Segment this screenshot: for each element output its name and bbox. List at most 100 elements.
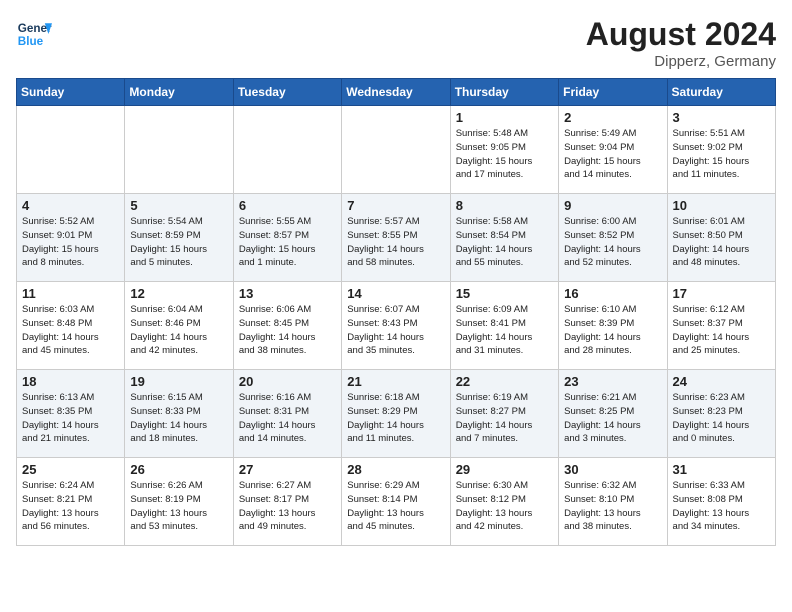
calendar-cell (233, 106, 341, 194)
calendar-cell: 24 Sunrise: 6:23 AM Sunset: 8:23 PM Dayli… (667, 370, 775, 458)
day-header: Sunday (17, 79, 125, 106)
calendar-cell: 9 Sunrise: 6:00 AM Sunset: 8:52 PM Daylig… (559, 194, 667, 282)
day-info: Sunrise: 6:00 AM Sunset: 8:52 PM Dayligh… (564, 215, 661, 270)
day-info: Sunrise: 6:15 AM Sunset: 8:33 PM Dayligh… (130, 391, 227, 446)
calendar-cell: 5Sunrise: 5:54 AM Sunset: 8:59 PM Daylig… (125, 194, 233, 282)
calendar-cell: 23 Sunrise: 6:21 AM Sunset: 8:25 PM Dayli… (559, 370, 667, 458)
calendar-cell: 17 Sunrise: 6:12 AM Sunset: 8:37 PM Dayli… (667, 282, 775, 370)
day-number: 29 (456, 462, 553, 477)
day-header: Monday (125, 79, 233, 106)
day-header: Tuesday (233, 79, 341, 106)
day-number: 31 (673, 462, 770, 477)
day-number: 26 (130, 462, 227, 477)
calendar-cell: 28Sunrise: 6:29 AM Sunset: 8:14 PM Dayli… (342, 458, 450, 546)
calendar-cell: 4 Sunrise: 5:52 AM Sunset: 9:01 PM Daylig… (17, 194, 125, 282)
calendar-cell: 31 Sunrise: 6:33 AM Sunset: 8:08 PM Dayli… (667, 458, 775, 546)
day-info: Sunrise: 6:19 AM Sunset: 8:27 PM Dayligh… (456, 391, 553, 446)
title-block: August 2024 Dipperz, Germany (586, 16, 776, 70)
day-info: Sunrise: 6:09 AM Sunset: 8:41 PM Dayligh… (456, 303, 553, 358)
calendar-cell (17, 106, 125, 194)
calendar-cell: 21Sunrise: 6:18 AM Sunset: 8:29 PM Dayli… (342, 370, 450, 458)
day-info: Sunrise: 6:23 AM Sunset: 8:23 PM Dayligh… (673, 391, 770, 446)
calendar-cell: 26Sunrise: 6:26 AM Sunset: 8:19 PM Dayli… (125, 458, 233, 546)
day-number: 27 (239, 462, 336, 477)
day-number: 4 (22, 198, 119, 213)
day-number: 13 (239, 286, 336, 301)
month-year: August 2024 (586, 16, 776, 53)
day-info: Sunrise: 6:24 AM Sunset: 8:21 PM Dayligh… (22, 479, 119, 534)
day-header: Friday (559, 79, 667, 106)
calendar-cell: 3 Sunrise: 5:51 AM Sunset: 9:02 PM Daylig… (667, 106, 775, 194)
day-info: Sunrise: 6:03 AM Sunset: 8:48 PM Dayligh… (22, 303, 119, 358)
day-header: Saturday (667, 79, 775, 106)
day-info: Sunrise: 5:55 AM Sunset: 8:57 PM Dayligh… (239, 215, 336, 270)
calendar-cell: 18 Sunrise: 6:13 AM Sunset: 8:35 PM Dayli… (17, 370, 125, 458)
calendar-week-row: 11Sunrise: 6:03 AM Sunset: 8:48 PM Dayli… (17, 282, 776, 370)
day-number: 12 (130, 286, 227, 301)
day-info: Sunrise: 5:54 AM Sunset: 8:59 PM Dayligh… (130, 215, 227, 270)
day-number: 18 (22, 374, 119, 389)
location: Dipperz, Germany (586, 53, 776, 70)
calendar-cell: 6 Sunrise: 5:55 AM Sunset: 8:57 PM Daylig… (233, 194, 341, 282)
calendar-cell (342, 106, 450, 194)
calendar-week-row: 18 Sunrise: 6:13 AM Sunset: 8:35 PM Dayli… (17, 370, 776, 458)
day-number: 6 (239, 198, 336, 213)
day-number: 16 (564, 286, 661, 301)
day-info: Sunrise: 6:21 AM Sunset: 8:25 PM Dayligh… (564, 391, 661, 446)
calendar-cell: 15 Sunrise: 6:09 AM Sunset: 8:41 PM Dayli… (450, 282, 558, 370)
calendar-table: SundayMondayTuesdayWednesdayThursdayFrid… (16, 78, 776, 546)
day-info: Sunrise: 6:29 AM Sunset: 8:14 PM Dayligh… (347, 479, 444, 534)
calendar-cell (125, 106, 233, 194)
day-number: 25 (22, 462, 119, 477)
day-info: Sunrise: 6:12 AM Sunset: 8:37 PM Dayligh… (673, 303, 770, 358)
page-header: General Blue August 2024 Dipperz, German… (16, 16, 776, 70)
day-info: Sunrise: 6:16 AM Sunset: 8:31 PM Dayligh… (239, 391, 336, 446)
calendar-cell: 22 Sunrise: 6:19 AM Sunset: 8:27 PM Dayli… (450, 370, 558, 458)
day-info: Sunrise: 6:27 AM Sunset: 8:17 PM Dayligh… (239, 479, 336, 534)
day-number: 30 (564, 462, 661, 477)
calendar-cell: 25 Sunrise: 6:24 AM Sunset: 8:21 PM Dayli… (17, 458, 125, 546)
day-number: 23 (564, 374, 661, 389)
calendar-cell: 27 Sunrise: 6:27 AM Sunset: 8:17 PM Dayli… (233, 458, 341, 546)
calendar-cell: 14 Sunrise: 6:07 AM Sunset: 8:43 PM Dayli… (342, 282, 450, 370)
calendar-cell: 30Sunrise: 6:32 AM Sunset: 8:10 PM Dayli… (559, 458, 667, 546)
calendar-cell: 11Sunrise: 6:03 AM Sunset: 8:48 PM Dayli… (17, 282, 125, 370)
day-info: Sunrise: 5:52 AM Sunset: 9:01 PM Dayligh… (22, 215, 119, 270)
day-number: 19 (130, 374, 227, 389)
day-info: Sunrise: 6:33 AM Sunset: 8:08 PM Dayligh… (673, 479, 770, 534)
day-number: 2 (564, 110, 661, 125)
calendar-cell: 20 Sunrise: 6:16 AM Sunset: 8:31 PM Dayli… (233, 370, 341, 458)
day-info: Sunrise: 6:10 AM Sunset: 8:39 PM Dayligh… (564, 303, 661, 358)
calendar-cell: 16 Sunrise: 6:10 AM Sunset: 8:39 PM Dayli… (559, 282, 667, 370)
day-number: 20 (239, 374, 336, 389)
day-number: 9 (564, 198, 661, 213)
day-info: Sunrise: 5:49 AM Sunset: 9:04 PM Dayligh… (564, 127, 661, 182)
day-header: Wednesday (342, 79, 450, 106)
calendar-cell: 10Sunrise: 6:01 AM Sunset: 8:50 PM Dayli… (667, 194, 775, 282)
calendar-cell: 13 Sunrise: 6:06 AM Sunset: 8:45 PM Dayli… (233, 282, 341, 370)
day-number: 3 (673, 110, 770, 125)
day-info: Sunrise: 6:13 AM Sunset: 8:35 PM Dayligh… (22, 391, 119, 446)
calendar-cell: 2 Sunrise: 5:49 AM Sunset: 9:04 PM Daylig… (559, 106, 667, 194)
day-info: Sunrise: 6:18 AM Sunset: 8:29 PM Dayligh… (347, 391, 444, 446)
day-info: Sunrise: 5:58 AM Sunset: 8:54 PM Dayligh… (456, 215, 553, 270)
day-number: 15 (456, 286, 553, 301)
day-info: Sunrise: 5:51 AM Sunset: 9:02 PM Dayligh… (673, 127, 770, 182)
calendar-week-row: 25 Sunrise: 6:24 AM Sunset: 8:21 PM Dayli… (17, 458, 776, 546)
day-header: Thursday (450, 79, 558, 106)
svg-text:Blue: Blue (18, 35, 44, 48)
day-number: 10 (673, 198, 770, 213)
day-info: Sunrise: 6:07 AM Sunset: 8:43 PM Dayligh… (347, 303, 444, 358)
day-info: Sunrise: 6:06 AM Sunset: 8:45 PM Dayligh… (239, 303, 336, 358)
day-info: Sunrise: 6:30 AM Sunset: 8:12 PM Dayligh… (456, 479, 553, 534)
day-number: 24 (673, 374, 770, 389)
day-info: Sunrise: 5:48 AM Sunset: 9:05 PM Dayligh… (456, 127, 553, 182)
day-number: 1 (456, 110, 553, 125)
day-number: 14 (347, 286, 444, 301)
calendar-cell: 1 Sunrise: 5:48 AM Sunset: 9:05 PM Daylig… (450, 106, 558, 194)
logo-icon: General Blue (16, 16, 52, 52)
day-number: 17 (673, 286, 770, 301)
day-info: Sunrise: 6:04 AM Sunset: 8:46 PM Dayligh… (130, 303, 227, 358)
calendar-body: 1 Sunrise: 5:48 AM Sunset: 9:05 PM Daylig… (17, 106, 776, 546)
day-number: 22 (456, 374, 553, 389)
